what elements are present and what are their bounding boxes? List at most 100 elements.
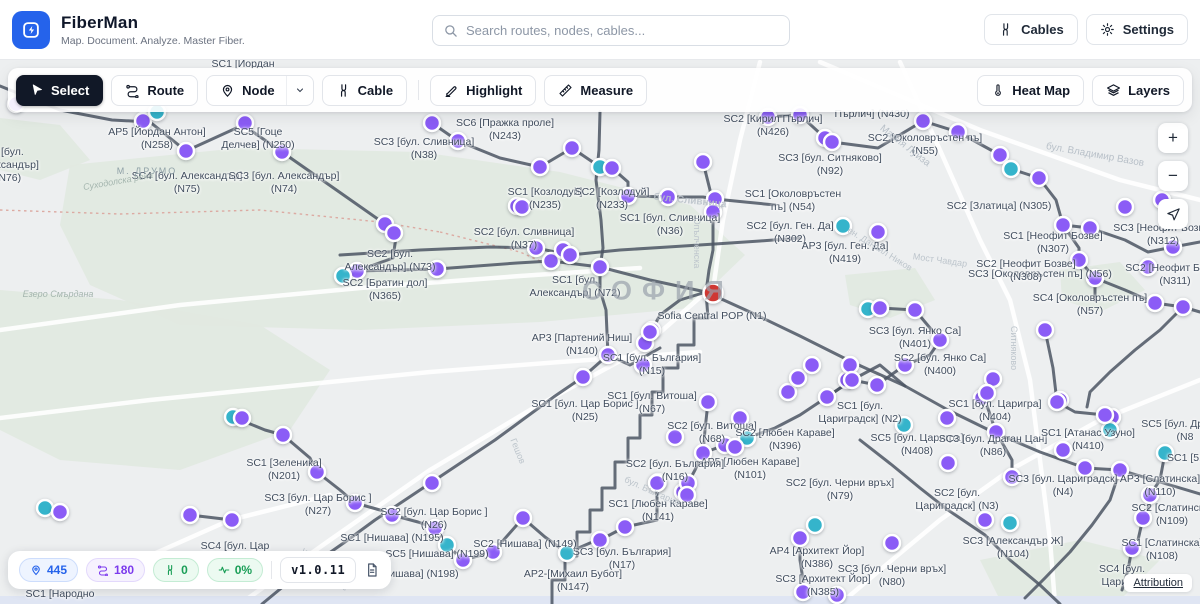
map-node[interactable]	[592, 259, 608, 275]
map-node[interactable]	[979, 385, 995, 401]
map-node[interactable]	[950, 124, 966, 140]
map-node[interactable]	[807, 517, 823, 533]
map-node[interactable]	[705, 204, 721, 220]
map-node[interactable]	[429, 261, 445, 277]
map-node[interactable]	[178, 143, 194, 159]
map-node[interactable]	[896, 417, 912, 433]
map-node[interactable]	[804, 357, 820, 373]
map-node[interactable]	[424, 115, 440, 131]
map-node[interactable]	[514, 199, 530, 215]
map-node[interactable]	[835, 218, 851, 234]
map-node[interactable]	[1102, 422, 1118, 438]
map-node[interactable]	[1082, 220, 1098, 236]
map-node[interactable]	[842, 357, 858, 373]
map-node[interactable]	[819, 389, 835, 405]
map-node[interactable]	[844, 372, 860, 388]
map-node[interactable]	[792, 530, 808, 546]
map-node[interactable]	[790, 370, 806, 386]
map-node[interactable]	[274, 144, 290, 160]
map-node[interactable]	[224, 512, 240, 528]
zoom-out-button[interactable]: −	[1158, 161, 1188, 191]
changelog-button[interactable]	[364, 562, 380, 578]
map-node[interactable]	[335, 268, 351, 284]
map-node[interactable]	[897, 357, 913, 373]
map-node[interactable]	[386, 225, 402, 241]
cable-tool-button[interactable]: Cable	[322, 75, 407, 106]
map-node[interactable]	[915, 113, 931, 129]
map-node[interactable]	[1071, 252, 1087, 268]
map-node[interactable]	[455, 552, 471, 568]
map-node[interactable]	[347, 495, 363, 511]
map-node[interactable]	[1097, 407, 1113, 423]
map-node[interactable]	[932, 332, 948, 348]
map-node[interactable]	[1077, 460, 1093, 476]
measure-tool-button[interactable]: Measure	[544, 75, 647, 106]
highlight-tool-button[interactable]: Highlight	[430, 75, 536, 106]
map-node[interactable]	[649, 475, 665, 491]
map-node[interactable]	[1049, 394, 1065, 410]
map-node[interactable]	[660, 189, 676, 205]
locate-button[interactable]	[1158, 199, 1188, 229]
map-node[interactable]	[635, 357, 651, 373]
map-node[interactable]	[1037, 322, 1053, 338]
zoom-in-button[interactable]: +	[1158, 123, 1188, 153]
map-node[interactable]	[309, 464, 325, 480]
map-node[interactable]	[1157, 445, 1173, 461]
map-node[interactable]	[182, 507, 198, 523]
map-node[interactable]	[795, 584, 811, 600]
map-node[interactable]	[1135, 510, 1151, 526]
search-input[interactable]	[466, 23, 779, 38]
fiber-route-line[interactable]	[552, 292, 708, 604]
map-node[interactable]	[1147, 295, 1163, 311]
map-node[interactable]	[1004, 469, 1020, 485]
map-node[interactable]	[907, 302, 923, 318]
fiber-route-line[interactable]	[688, 402, 708, 483]
map-node[interactable]	[988, 424, 1004, 440]
map-node[interactable]	[1003, 161, 1019, 177]
map-node[interactable]	[424, 475, 440, 491]
map-node[interactable]	[1124, 540, 1140, 556]
map-node[interactable]	[1031, 170, 1047, 186]
map-node[interactable]	[600, 347, 616, 363]
map-node[interactable]	[52, 504, 68, 520]
map-node[interactable]	[667, 429, 683, 445]
map-node[interactable]	[604, 160, 620, 176]
map-node[interactable]	[700, 394, 716, 410]
map-node[interactable]	[977, 512, 993, 528]
map-node[interactable]	[884, 535, 900, 551]
cables-button[interactable]: Cables	[984, 14, 1078, 45]
route-tool-button[interactable]: Route	[111, 75, 198, 106]
search-bar[interactable]	[432, 15, 790, 46]
select-tool-button[interactable]: Select	[16, 75, 103, 106]
node-tool-button[interactable]: Node	[207, 76, 286, 105]
map-node[interactable]	[515, 510, 531, 526]
map-node[interactable]	[1002, 515, 1018, 531]
map-node[interactable]	[562, 247, 578, 263]
map-node[interactable]	[1112, 462, 1128, 478]
map-node[interactable]	[564, 140, 580, 156]
map-node[interactable]	[439, 537, 455, 553]
map-node[interactable]	[237, 115, 253, 131]
map-node[interactable]	[732, 410, 748, 426]
map-node[interactable]	[1140, 259, 1156, 275]
map-node[interactable]	[234, 410, 250, 426]
map-node[interactable]	[485, 544, 501, 560]
map-node[interactable]	[620, 188, 636, 204]
map-node[interactable]	[559, 545, 575, 561]
map-node[interactable]	[592, 532, 608, 548]
map-node[interactable]	[1117, 199, 1133, 215]
map-node[interactable]	[642, 324, 658, 340]
attribution-link[interactable]: Attribution	[1124, 574, 1192, 592]
map-node[interactable]	[1165, 239, 1181, 255]
node-tool-dropdown[interactable]	[286, 76, 313, 105]
map-node[interactable]	[1142, 487, 1158, 503]
map-node[interactable]	[532, 159, 548, 175]
map-node[interactable]	[528, 240, 544, 256]
map-node[interactable]	[679, 487, 695, 503]
central-pop-node[interactable]	[704, 284, 723, 303]
map-node[interactable]	[940, 455, 956, 471]
layers-button[interactable]: Layers	[1092, 75, 1184, 106]
map-node[interactable]	[37, 500, 53, 516]
map-node[interactable]	[780, 384, 796, 400]
map-node[interactable]	[824, 134, 840, 150]
